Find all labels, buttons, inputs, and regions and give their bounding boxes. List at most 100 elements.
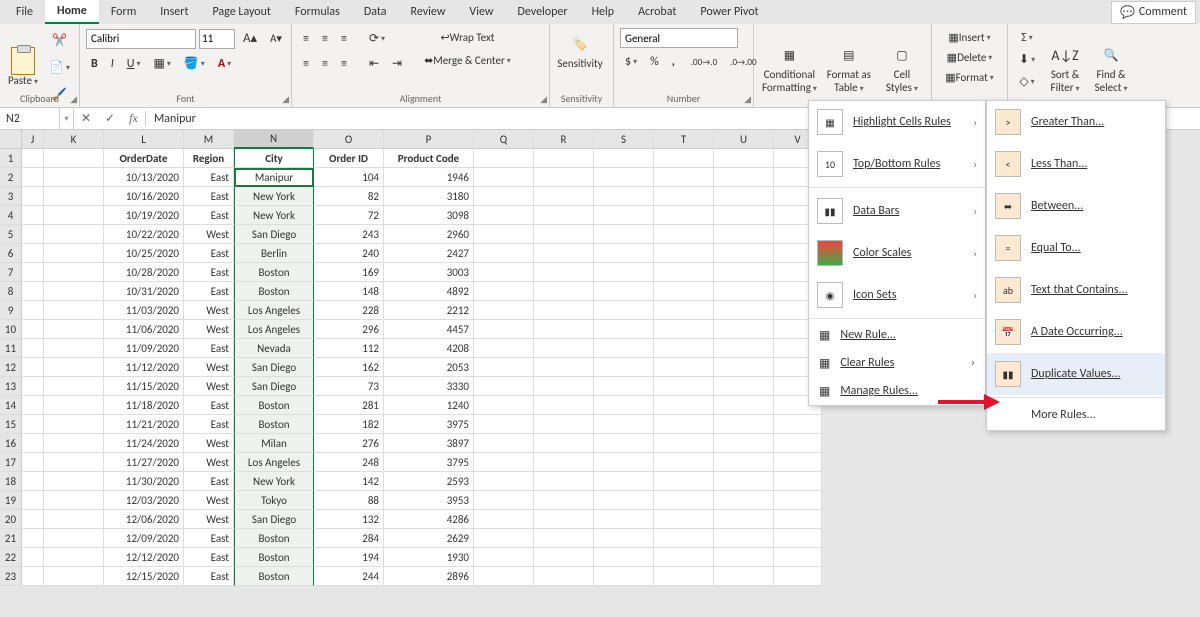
cell[interactable]	[714, 529, 774, 548]
cell[interactable]	[534, 320, 594, 339]
cell[interactable]	[44, 377, 104, 396]
cell[interactable]: 12/12/2020	[104, 548, 184, 567]
name-box-dropdown[interactable]: ▾	[60, 108, 74, 129]
cell[interactable]: West	[184, 320, 234, 339]
font-launcher-icon[interactable]: ◢	[282, 94, 289, 105]
cell[interactable]	[534, 377, 594, 396]
cell[interactable]	[534, 510, 594, 529]
cell[interactable]	[534, 244, 594, 263]
cell[interactable]	[654, 510, 714, 529]
clipboard-launcher-icon[interactable]: ◢	[70, 94, 77, 105]
cell[interactable]	[44, 168, 104, 187]
cell[interactable]	[474, 396, 534, 415]
cell[interactable]: 12/03/2020	[104, 491, 184, 510]
cell[interactable]	[714, 510, 774, 529]
cell[interactable]: 4208	[384, 339, 474, 358]
row-header[interactable]: 17	[0, 453, 22, 472]
cell[interactable]	[22, 149, 44, 168]
find-select-button[interactable]: 🔍 Find & Select▾	[1090, 28, 1132, 107]
cell[interactable]	[534, 453, 594, 472]
cell[interactable]	[654, 377, 714, 396]
cell[interactable]	[714, 548, 774, 567]
cell[interactable]: 228	[314, 301, 384, 320]
cell[interactable]: West	[184, 453, 234, 472]
cell[interactable]	[474, 529, 534, 548]
column-header-M[interactable]: M	[184, 130, 234, 149]
cell[interactable]: 244	[314, 567, 384, 586]
cell[interactable]: Boston	[234, 567, 314, 586]
cell[interactable]	[654, 472, 714, 491]
row-header[interactable]: 16	[0, 434, 22, 453]
cell[interactable]: 3098	[384, 206, 474, 225]
cell[interactable]	[534, 548, 594, 567]
cell[interactable]	[534, 529, 594, 548]
cell[interactable]: 3975	[384, 415, 474, 434]
cell[interactable]	[22, 548, 44, 567]
column-header-S[interactable]: S	[594, 130, 654, 149]
cell[interactable]	[714, 320, 774, 339]
italic-button[interactable]: I	[106, 54, 119, 74]
cell[interactable]: 169	[314, 263, 384, 282]
column-header-K[interactable]: K	[44, 130, 104, 149]
color-scales-item[interactable]: Color Scales›	[809, 232, 985, 274]
row-header[interactable]: 20	[0, 510, 22, 529]
cell[interactable]: Boston	[234, 548, 314, 567]
font-size-input[interactable]	[199, 29, 235, 49]
cell[interactable]	[654, 453, 714, 472]
cell[interactable]: West	[184, 434, 234, 453]
number-format-select[interactable]	[620, 28, 738, 48]
column-header-T[interactable]: T	[654, 130, 714, 149]
cell[interactable]	[22, 434, 44, 453]
cell[interactable]	[22, 529, 44, 548]
cell[interactable]: 2212	[384, 301, 474, 320]
cell[interactable]	[44, 263, 104, 282]
cell[interactable]	[594, 491, 654, 510]
cell[interactable]	[534, 472, 594, 491]
row-header[interactable]: 12	[0, 358, 22, 377]
cell[interactable]	[774, 491, 822, 510]
cell[interactable]	[594, 320, 654, 339]
merge-center-button[interactable]: ⬌ Merge & Center▾	[419, 51, 516, 70]
row-header[interactable]: 13	[0, 377, 22, 396]
duplicate-values-item[interactable]: ▮▮Duplicate Values...	[987, 353, 1165, 395]
decrease-font-button[interactable]: A▾	[265, 29, 287, 48]
name-box[interactable]: N2	[0, 108, 60, 129]
cell[interactable]	[534, 396, 594, 415]
cell[interactable]: 2593	[384, 472, 474, 491]
autosum-button[interactable]: Σ▾	[1014, 28, 1040, 48]
cell[interactable]: 240	[314, 244, 384, 263]
cell[interactable]	[774, 415, 822, 434]
cell[interactable]: 11/12/2020	[104, 358, 184, 377]
row-header[interactable]: 14	[0, 396, 22, 415]
cell[interactable]	[22, 282, 44, 301]
cell[interactable]	[654, 491, 714, 510]
cell[interactable]	[474, 510, 534, 529]
copy-button[interactable]: 📄▾	[44, 57, 75, 78]
cell[interactable]: 4892	[384, 282, 474, 301]
cell[interactable]	[594, 434, 654, 453]
cell[interactable]	[594, 472, 654, 491]
cell[interactable]: Boston	[234, 529, 314, 548]
cell[interactable]: 11/03/2020	[104, 301, 184, 320]
cell[interactable]	[774, 453, 822, 472]
cell[interactable]	[22, 377, 44, 396]
cell[interactable]	[594, 415, 654, 434]
cell[interactable]	[534, 415, 594, 434]
cell[interactable]	[714, 358, 774, 377]
cell[interactable]	[714, 168, 774, 187]
cell[interactable]	[714, 567, 774, 586]
cell[interactable]	[474, 491, 534, 510]
cell[interactable]	[44, 339, 104, 358]
cell[interactable]	[654, 282, 714, 301]
cell[interactable]	[474, 225, 534, 244]
cell[interactable]	[534, 339, 594, 358]
cell[interactable]	[474, 320, 534, 339]
row-header[interactable]: 8	[0, 282, 22, 301]
cell[interactable]	[474, 453, 534, 472]
row-header[interactable]: 21	[0, 529, 22, 548]
cell[interactable]: 296	[314, 320, 384, 339]
cell[interactable]	[594, 301, 654, 320]
cell[interactable]: 10/28/2020	[104, 263, 184, 282]
cell[interactable]	[474, 472, 534, 491]
number-launcher-icon[interactable]: ◢	[744, 94, 751, 105]
